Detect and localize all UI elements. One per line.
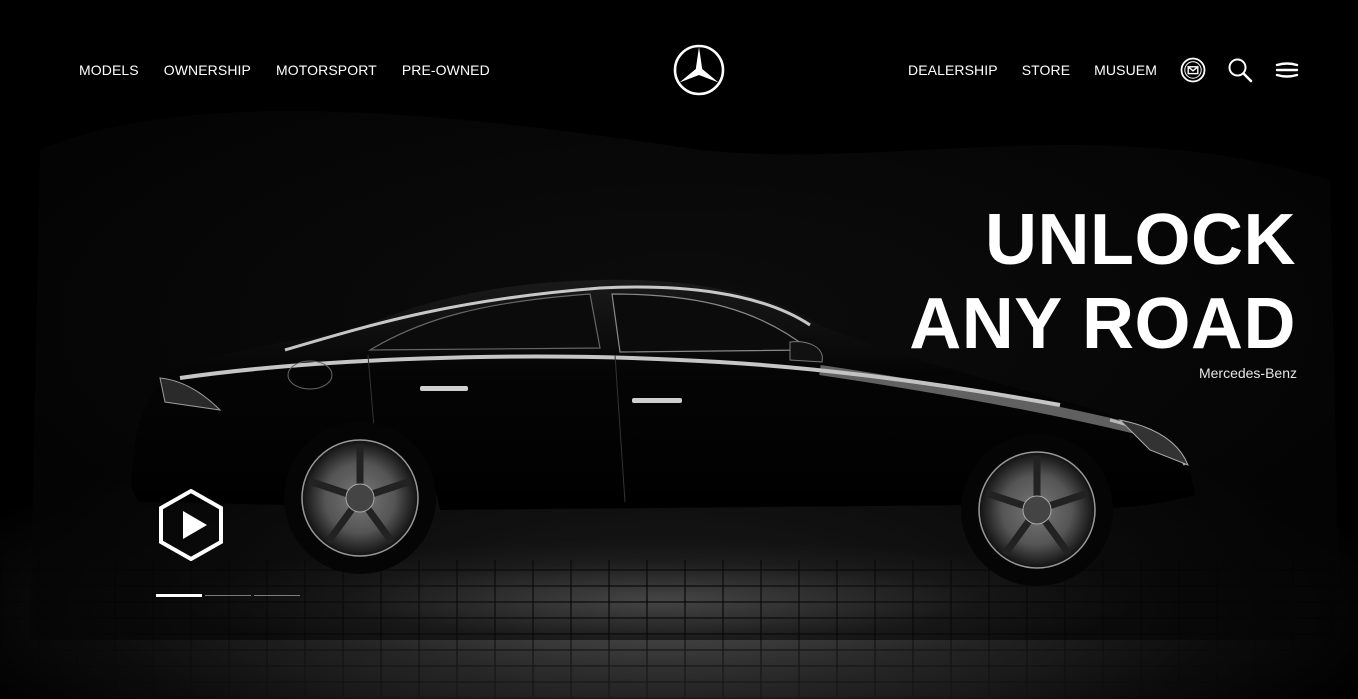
mail-icon[interactable]	[1180, 57, 1206, 83]
brand-caption: Mercedes-Benz	[1198, 365, 1297, 381]
nav-models[interactable]: MODELS	[79, 62, 139, 78]
nav-motorsport[interactable]: MOTORSPORT	[276, 62, 377, 78]
slide-indicator-3[interactable]	[254, 595, 300, 596]
nav-ownership[interactable]: OWNERSHIP	[164, 62, 251, 78]
primary-nav: MODELS OWNERSHIP MOTORSPORT PRE-OWNED	[79, 62, 490, 78]
nav-store[interactable]: STORE	[1022, 62, 1070, 78]
menu-icon[interactable]	[1274, 57, 1300, 83]
slide-indicator-2[interactable]	[205, 595, 251, 596]
mercedes-star-logo-icon[interactable]	[673, 44, 725, 96]
secondary-nav: DEALERSHIP STORE MUSUEM	[908, 62, 1157, 78]
play-icon[interactable]	[155, 489, 227, 561]
slide-indicators	[156, 594, 300, 597]
headline-line-1: UNLOCK	[985, 200, 1296, 280]
slide-indicator-1[interactable]	[156, 594, 202, 597]
search-icon[interactable]	[1227, 57, 1253, 83]
nav-dealership[interactable]: DEALERSHIP	[908, 62, 998, 78]
nav-museum[interactable]: MUSUEM	[1094, 62, 1157, 78]
hero-headline: UNLOCK ANY ROAD	[909, 198, 1296, 366]
nav-pre-owned[interactable]: PRE-OWNED	[402, 62, 490, 78]
headline-line-2: ANY ROAD	[909, 284, 1296, 364]
